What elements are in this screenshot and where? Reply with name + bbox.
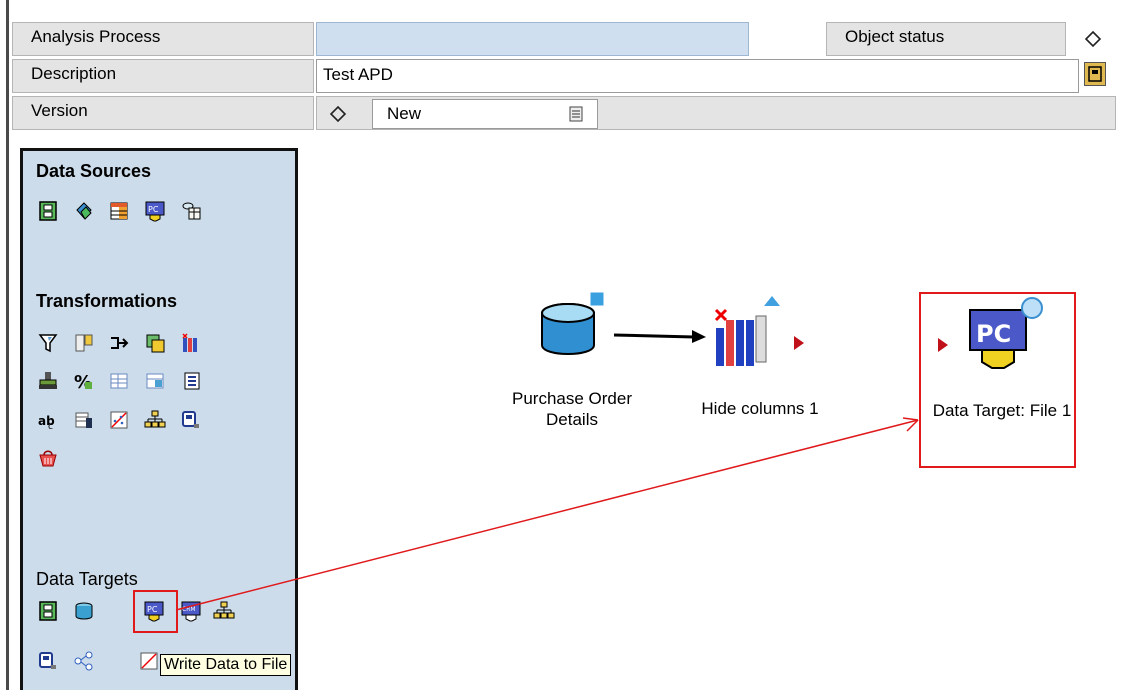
hierarchy-icon[interactable]: [144, 409, 166, 431]
description-help-icon[interactable]: [1084, 62, 1106, 86]
svg-text:c: c: [48, 422, 53, 431]
section-title-data-sources: Data Sources: [36, 161, 152, 181]
hide-columns-icon[interactable]: [180, 332, 202, 354]
dropdown-icon[interactable]: [569, 106, 583, 122]
section-title-transformations: Transformations: [36, 291, 178, 311]
node-data-target-file[interactable]: PC: [930, 296, 1050, 376]
table-icon[interactable]: [108, 200, 130, 222]
pc-file-icon[interactable]: PC: [144, 200, 166, 222]
target-datastore-icon[interactable]: [37, 600, 59, 622]
table-transform-icon[interactable]: [108, 370, 130, 392]
datastore-icon[interactable]: [37, 200, 59, 222]
node-hide-columns[interactable]: [712, 296, 812, 376]
column-table-icon[interactable]: [73, 409, 95, 431]
projection-icon[interactable]: [73, 332, 95, 354]
svg-text:PC: PC: [148, 205, 159, 214]
database-table-icon[interactable]: [180, 200, 202, 222]
left-frame-line: [6, 0, 9, 690]
filter-icon[interactable]: [37, 332, 59, 354]
union-icon[interactable]: [144, 332, 166, 354]
scatter-icon[interactable]: [108, 409, 130, 431]
object-status-diamond-icon[interactable]: [1083, 29, 1103, 49]
target-model-icon[interactable]: [37, 650, 59, 672]
stamp-icon[interactable]: [37, 370, 59, 392]
description-input[interactable]: Test APD: [316, 59, 1079, 93]
percent-icon[interactable]: %: [73, 370, 95, 393]
abc-icon[interactable]: ab c: [37, 409, 59, 432]
version-diamond-icon: [328, 104, 348, 124]
section-title-data-targets: Data Targets: [36, 569, 138, 589]
infoprovider-icon[interactable]: [73, 200, 95, 222]
analysis-process-field[interactable]: [316, 22, 749, 56]
target-scatter-icon[interactable]: [138, 650, 160, 672]
join-icon[interactable]: [108, 332, 130, 354]
annotation-arrow: [175, 417, 919, 611]
list-icon[interactable]: [180, 370, 202, 392]
network-icon[interactable]: [73, 650, 95, 672]
tooltip-write-data-to-file: Write Data to File: [160, 654, 292, 676]
basket-icon[interactable]: [37, 448, 59, 470]
svg-text:PC: PC: [976, 320, 1011, 348]
table-merge-icon[interactable]: [144, 370, 166, 392]
version-select[interactable]: New: [372, 99, 598, 129]
version-label: Version: [12, 96, 314, 130]
connector-arrow: [613, 330, 706, 343]
object-status-label: Object status: [826, 22, 1066, 56]
analysis-process-label: Analysis Process: [12, 22, 314, 56]
node-purchase-order-details[interactable]: [538, 290, 618, 360]
target-database-icon[interactable]: [73, 600, 95, 622]
description-label: Description: [12, 59, 314, 93]
